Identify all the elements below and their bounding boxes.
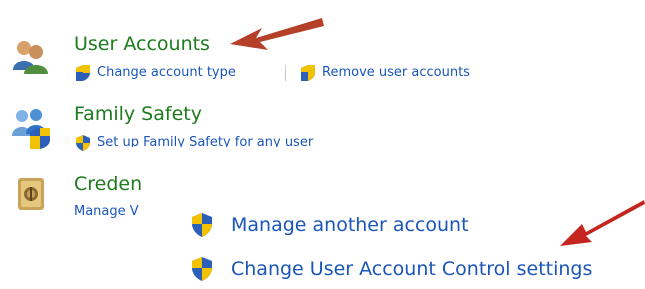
- remove-user-accounts-link[interactable]: Remove user accounts: [322, 65, 470, 80]
- credential-manager-title[interactable]: Creden: [74, 173, 142, 195]
- credential-vault-icon: [16, 176, 46, 212]
- manage-credentials-link[interactable]: Manage V: [74, 204, 139, 219]
- link-separator: [285, 65, 286, 81]
- user-accounts-title[interactable]: User Accounts: [74, 33, 210, 55]
- annotation-arrow-icon: [226, 4, 326, 54]
- family-safety-link-clip: Set up Family Safety for any user: [97, 134, 357, 147]
- manage-another-account-link[interactable]: Manage another account: [231, 214, 469, 236]
- uac-shield-icon: [190, 256, 214, 286]
- users-icon: [10, 36, 50, 76]
- uac-shield-icon: [190, 212, 214, 242]
- family-safety-title[interactable]: Family Safety: [74, 103, 202, 125]
- uac-shield-icon: [74, 134, 92, 156]
- uac-shield-icon: [299, 64, 317, 86]
- family-safety-icon: [10, 106, 54, 150]
- uac-shield-icon: [74, 64, 92, 86]
- change-uac-settings-link[interactable]: Change User Account Control settings: [231, 258, 592, 280]
- change-account-type-link[interactable]: Change account type: [97, 65, 236, 80]
- annotation-arrow-icon: [556, 196, 645, 248]
- credential-link-clip: Manage V: [74, 203, 150, 221]
- set-up-family-safety-link[interactable]: Set up Family Safety for any user: [97, 135, 313, 147]
- credential-title-clip: Creden: [74, 173, 154, 199]
